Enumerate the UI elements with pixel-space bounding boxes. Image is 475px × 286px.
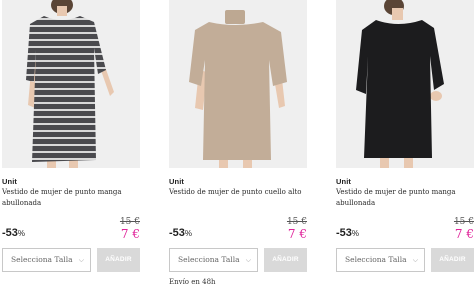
add-to-cart-button[interactable]: AÑADIR [97,248,140,272]
dress-photo-striped [2,0,140,168]
discount-value: -53 [169,227,185,239]
product-title[interactable]: Vestido de mujer de punto manga abullona… [336,187,474,208]
product-card[interactable]: Unit Vestido de mujer de punto cuello al… [169,0,307,286]
product-card[interactable]: Unit Vestido de mujer de punto manga abu… [2,0,140,286]
discount-value: -53 [336,227,352,239]
original-price: 15 € [453,217,474,227]
size-select[interactable]: Selecciona Talla ⌵ [336,248,425,272]
size-select[interactable]: Selecciona Talla ⌵ [169,248,258,272]
sale-price: 7 € [120,227,140,241]
size-select[interactable]: Selecciona Talla ⌵ [2,248,91,272]
add-to-cart-button[interactable]: AÑADIR [431,248,474,272]
product-title[interactable]: Vestido de mujer de punto manga abullona… [2,187,140,208]
sale-price: 7 € [287,227,307,241]
discount-badge: -53% [336,227,359,239]
product-brand: Unit [2,177,17,186]
discount-percent-sign: % [184,229,193,238]
product-card[interactable]: Unit Vestido de mujer de punto manga abu… [336,0,474,286]
size-select-placeholder: Selecciona Talla [345,255,407,264]
product-image[interactable] [2,0,140,168]
original-price: 15 € [286,217,307,227]
discount-badge: -53% [169,227,192,239]
chevron-down-icon: ⌵ [245,256,251,264]
product-title[interactable]: Vestido de mujer de punto cuello alto [169,187,307,198]
product-image[interactable] [336,0,474,168]
size-select-placeholder: Selecciona Talla [11,255,73,264]
sale-price: 7 € [454,227,474,241]
discount-badge: -53% [2,227,25,239]
product-image[interactable] [169,0,307,168]
discount-value: -53 [2,227,18,239]
shipping-info: Envío en 48h [169,278,216,286]
chevron-down-icon: ⌵ [78,256,84,264]
original-price: 15 € [119,217,140,227]
chevron-down-icon: ⌵ [412,256,418,264]
dress-photo-turtleneck [169,0,307,168]
discount-percent-sign: % [17,229,26,238]
product-brand: Unit [336,177,351,186]
add-to-cart-button[interactable]: AÑADIR [264,248,307,272]
dress-photo-black [336,0,474,168]
product-brand: Unit [169,177,184,186]
size-select-placeholder: Selecciona Talla [178,255,240,264]
discount-percent-sign: % [351,229,360,238]
